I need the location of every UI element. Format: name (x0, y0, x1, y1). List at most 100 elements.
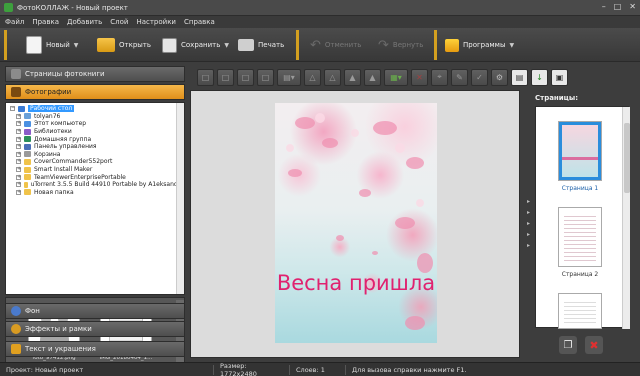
folder-tree[interactable]: − Рабочий стол + tolyan76 + Этот компьютер + Би… (5, 102, 185, 295)
tree-scrollbar[interactable] (176, 103, 184, 294)
chevron-right-icon[interactable]: ▸ (527, 220, 530, 227)
chevron-down-icon[interactable]: ▼ (74, 42, 79, 49)
tree-item[interactable]: + Домашняя группа (6, 135, 184, 143)
tree-item[interactable]: + TeamViewerEnterprisePortable (6, 173, 184, 181)
chevron-right-icon[interactable]: ▸ (527, 198, 530, 205)
expand-icon[interactable]: + (16, 144, 21, 150)
status-size: Размер: 1772x2480 (214, 362, 290, 376)
expand-icon[interactable]: + (16, 129, 21, 135)
expand-icon[interactable]: + (16, 151, 21, 157)
page-settings-icon[interactable]: ▤ (511, 68, 528, 86)
redo-button[interactable]: ↷ Вернуть (378, 33, 423, 57)
delete-page-button[interactable]: ✖ (585, 336, 603, 354)
tree-item[interactable]: + Этот компьютер (6, 120, 184, 128)
main-toolbar: Новый ▼ Открыть Сохранить ▼ Печать ↶ Отм… (0, 28, 640, 62)
page-2-preview (564, 213, 596, 261)
folder-icon (24, 189, 31, 196)
crop-icon[interactable]: ⌖ (431, 68, 448, 86)
tree-item-label: Этот компьютер (34, 120, 87, 128)
chevron-down-icon[interactable]: ▼ (510, 42, 515, 49)
menu-add[interactable]: Добавить (67, 18, 102, 26)
canvas-area[interactable]: Весна пришла (190, 90, 520, 358)
menu-settings[interactable]: Настройки (136, 18, 176, 26)
photos-icon (11, 87, 21, 97)
chevron-right-icon[interactable]: ▸ (527, 242, 530, 249)
expand-icon[interactable]: + (16, 159, 21, 165)
tree-item-label: tolyan76 (34, 112, 61, 120)
grid-icon[interactable]: ▦▾ (384, 68, 408, 86)
effects-brush-icon[interactable]: ✎ (451, 68, 468, 86)
tab-photos[interactable]: Фотографии (5, 84, 185, 100)
export-page-icon[interactable]: ↓ (531, 68, 548, 86)
expand-icon[interactable]: + (16, 182, 21, 188)
expand-icon[interactable]: + (16, 174, 21, 180)
rotate-left-icon[interactable]: △ (304, 68, 321, 86)
scrollbar-thumb[interactable] (624, 123, 630, 193)
menu-file[interactable]: Файл (5, 18, 24, 26)
chevron-right-icon[interactable]: ▸ (527, 231, 530, 238)
text-t-icon (11, 344, 21, 354)
undo-button[interactable]: ↶ Отменить (310, 33, 361, 57)
tree-item[interactable]: − Рабочий стол (6, 105, 184, 113)
tab-album-pages[interactable]: Страницы фотокниги (5, 66, 185, 82)
folder-icon (24, 120, 31, 127)
undo-icon: ↶ (310, 37, 321, 53)
new-document-icon (26, 36, 42, 54)
page-thumbnail-3[interactable] (558, 293, 602, 329)
tree-item[interactable]: + CoverCommander552port (6, 158, 184, 166)
new-button[interactable]: Новый ▼ (26, 33, 78, 57)
chevron-right-icon[interactable]: ▸ (527, 209, 530, 216)
menu-bar: Файл Правка Добавить Слой Настройки Спра… (0, 16, 640, 28)
tree-item[interactable]: + Корзина (6, 151, 184, 159)
tab-text[interactable]: Текст и украшения (5, 341, 185, 357)
save-page-icon[interactable]: ▣ (551, 68, 568, 86)
save-button[interactable]: Сохранить ▼ (162, 33, 229, 57)
panel-collapse-arrows[interactable]: ▸ ▸ ▸ ▸ ▸ (527, 198, 530, 249)
redo-icon: ↷ (378, 37, 389, 53)
align-icon[interactable]: ▤▾ (277, 68, 301, 86)
expand-icon[interactable]: + (16, 136, 21, 142)
tab-background[interactable]: Фон (5, 303, 185, 319)
page-title-text[interactable]: Весна пришла (275, 271, 437, 295)
tab-effects[interactable]: Эффекты и рамки (5, 321, 185, 337)
menu-help[interactable]: Справка (184, 18, 215, 26)
folder-icon (24, 158, 31, 165)
expand-icon[interactable]: + (16, 167, 21, 173)
expand-icon[interactable]: + (16, 121, 21, 127)
tree-item[interactable]: + Библиотеки (6, 128, 184, 136)
programs-button[interactable]: Программы ▼ (445, 33, 514, 57)
collage-page[interactable]: Весна пришла (275, 103, 437, 343)
layer-forward-icon[interactable]: □ (217, 68, 234, 86)
pages-scrollbar[interactable] (622, 107, 630, 329)
flip-vertical-icon[interactable]: ▲ (364, 68, 381, 86)
tree-item[interactable]: + Smart Install Maker (6, 166, 184, 174)
expand-icon[interactable]: + (16, 113, 21, 119)
close-icon[interactable]: ✕ (629, 2, 636, 11)
print-button[interactable]: Печать (238, 33, 284, 57)
page-thumbnail-2[interactable] (558, 207, 602, 267)
pick-icon[interactable]: ✓ (471, 68, 488, 86)
tab-text-label: Текст и украшения (25, 345, 96, 353)
flip-horizontal-icon[interactable]: ▲ (344, 68, 361, 86)
layer-backward-icon[interactable]: □ (237, 68, 254, 86)
expand-icon[interactable]: + (16, 189, 21, 195)
tree-item[interactable]: + Новая папка (6, 189, 184, 197)
open-button[interactable]: Открыть (97, 33, 151, 57)
maximize-icon[interactable]: □ (614, 2, 622, 11)
minimize-icon[interactable]: – (602, 2, 606, 11)
delete-icon[interactable]: ✕ (411, 68, 428, 86)
tree-item[interactable]: + Панель управления (6, 143, 184, 151)
layer-front-icon[interactable]: □ (197, 68, 214, 86)
collapse-icon[interactable]: − (10, 106, 15, 112)
pages-list: Страница 1 Страница 2 (535, 106, 630, 329)
duplicate-page-button[interactable]: ❐ (559, 336, 577, 354)
menu-edit[interactable]: Правка (32, 18, 59, 26)
menu-layer[interactable]: Слой (110, 18, 128, 26)
page-thumbnail-1[interactable] (558, 121, 602, 181)
tree-item[interactable]: + tolyan76 (6, 113, 184, 121)
tree-item[interactable]: + uTorrent 3.5.5 Build 44910 Portable by … (6, 181, 184, 189)
layer-back-icon[interactable]: □ (257, 68, 274, 86)
settings-gear-icon[interactable]: ⚙ (491, 68, 508, 86)
chevron-down-icon[interactable]: ▼ (224, 42, 229, 49)
rotate-right-icon[interactable]: △ (324, 68, 341, 86)
